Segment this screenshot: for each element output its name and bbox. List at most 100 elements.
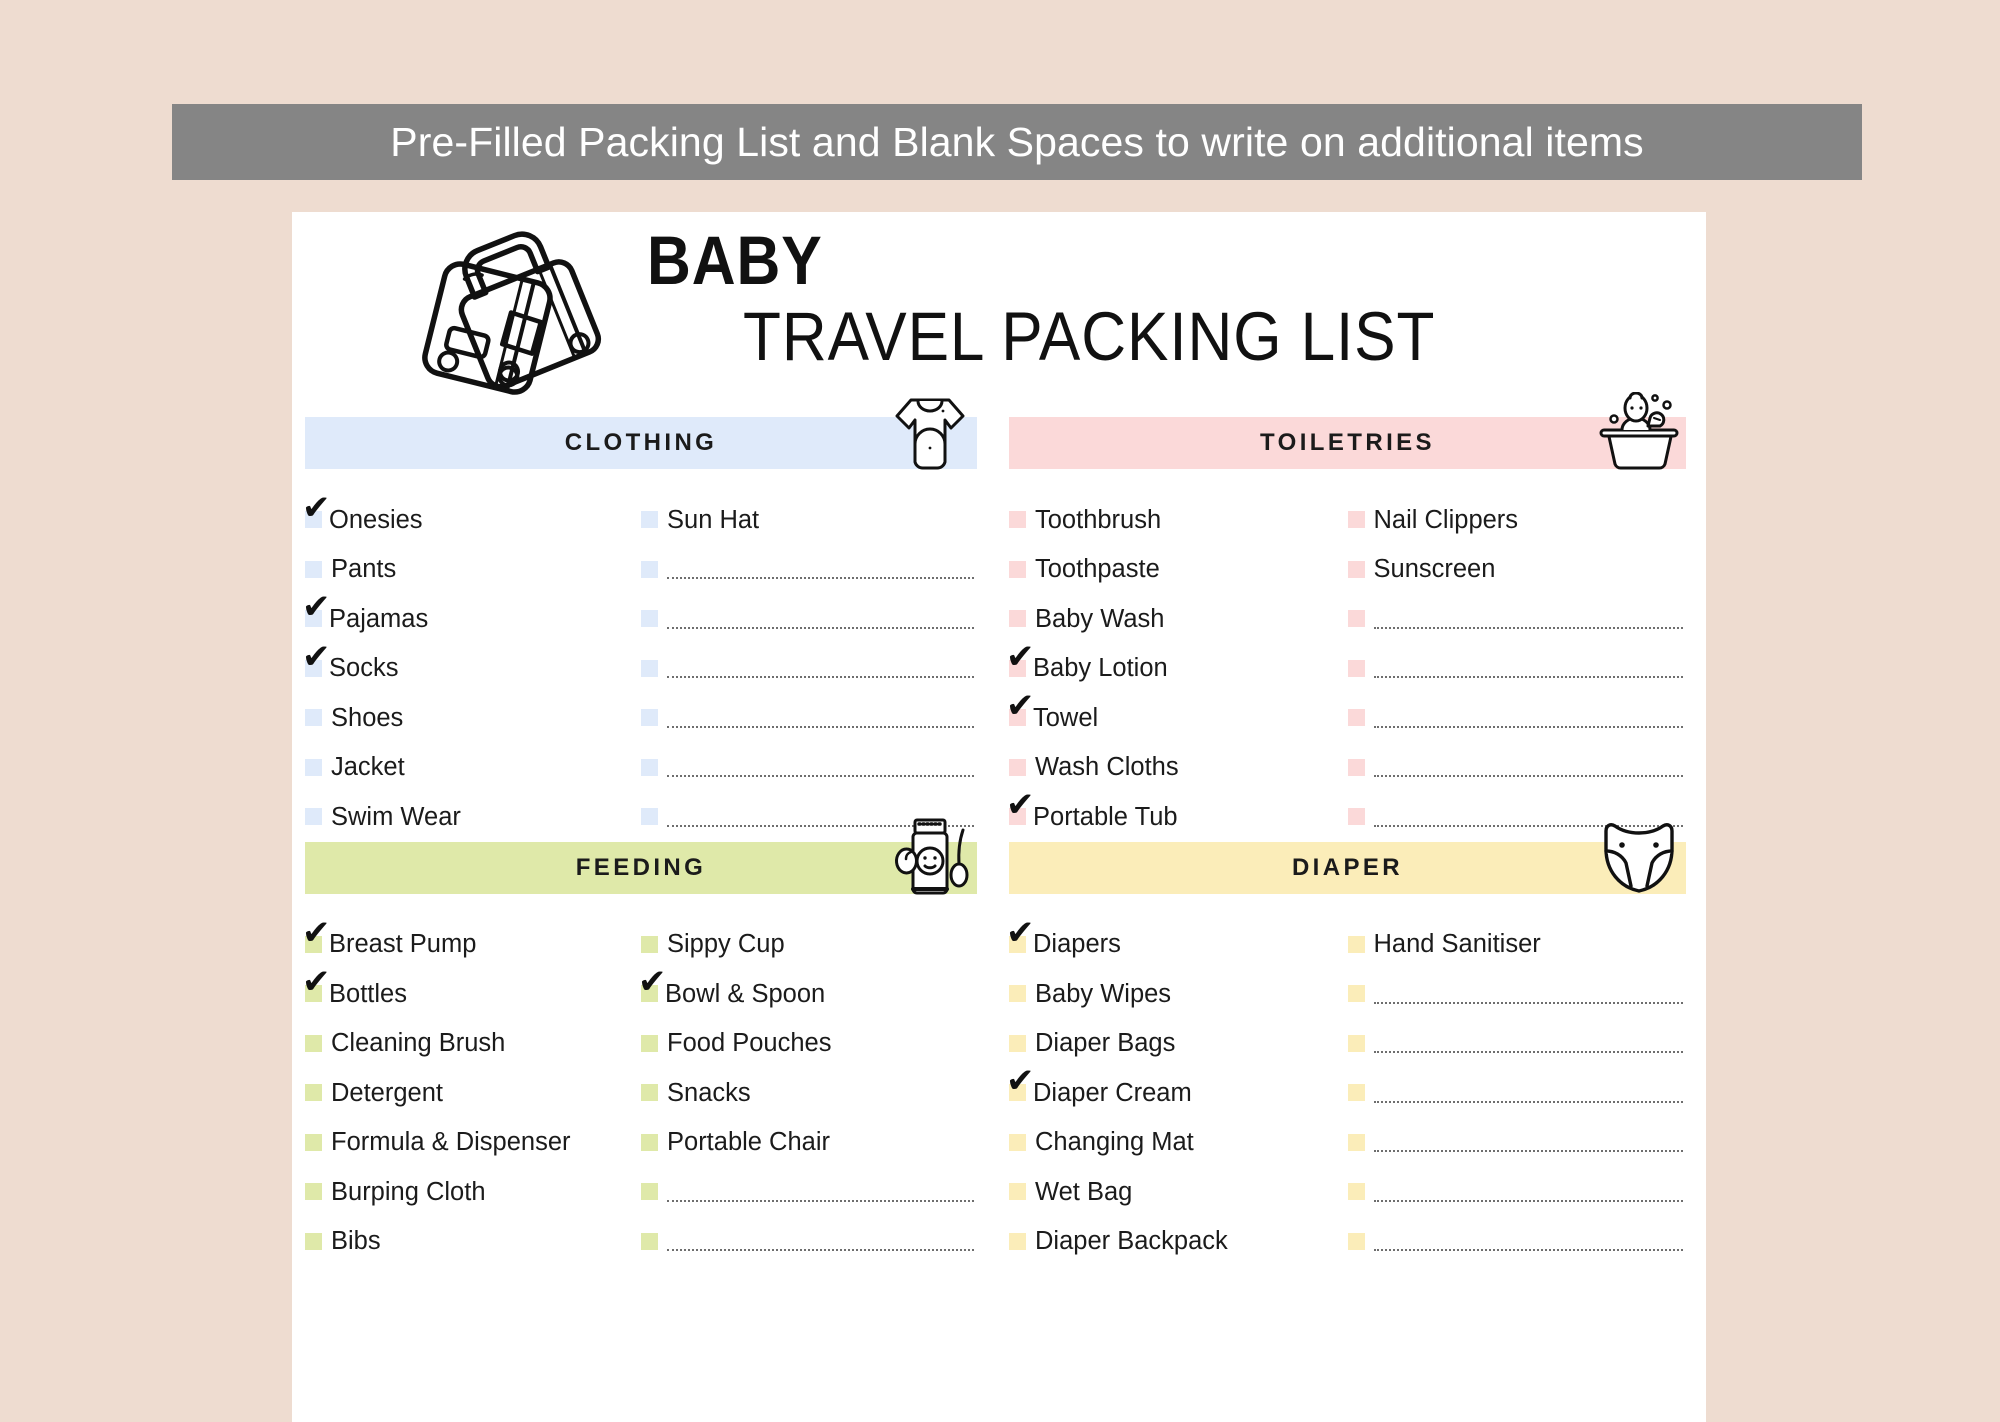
checkbox[interactable]	[1009, 610, 1026, 628]
checklist-blank-row[interactable]	[1347, 594, 1687, 644]
checkbox[interactable]	[641, 758, 658, 776]
checkbox[interactable]	[305, 1034, 322, 1052]
checkbox[interactable]	[1347, 1034, 1365, 1052]
checklist-item[interactable]: ✔ Diapers	[1006, 916, 1348, 970]
write-in-line[interactable]	[667, 757, 974, 778]
checklist-item[interactable]: Jacket	[305, 743, 641, 793]
checkbox[interactable]	[305, 560, 322, 578]
checkbox[interactable]	[1347, 1133, 1365, 1151]
checkbox[interactable]	[1347, 935, 1365, 953]
checklist-item[interactable]: ✔ Diaper Cream	[1006, 1064, 1348, 1118]
write-in-line[interactable]	[1373, 708, 1683, 728]
checklist-blank-row[interactable]	[1347, 644, 1687, 694]
checkbox[interactable]	[641, 1133, 658, 1151]
checkbox[interactable]: ✔	[302, 590, 331, 628]
checklist-item[interactable]: ✔ Towel	[1006, 689, 1348, 743]
checkbox[interactable]: ✔	[302, 491, 331, 529]
checklist-item[interactable]: Swim Wear	[305, 792, 641, 842]
checkbox[interactable]	[641, 808, 658, 826]
checkbox[interactable]	[1347, 808, 1365, 826]
checklist-item[interactable]: Sun Hat	[641, 495, 977, 545]
write-in-line[interactable]	[667, 708, 974, 728]
write-in-line[interactable]	[1373, 984, 1683, 1004]
checklist-blank-row[interactable]	[1347, 969, 1687, 1019]
checklist-item[interactable]: Detergent	[305, 1068, 641, 1118]
checklist-item[interactable]: Sippy Cup	[641, 920, 977, 970]
checklist-blank-row[interactable]	[1347, 1118, 1687, 1168]
checklist-item[interactable]: ✔ Baby Lotion	[1006, 640, 1348, 694]
checkbox[interactable]	[1009, 1232, 1026, 1250]
checklist-blank-row[interactable]	[641, 743, 977, 793]
checkbox[interactable]	[1347, 758, 1365, 776]
checkbox[interactable]	[1347, 610, 1365, 628]
checklist-item[interactable]: Baby Wipes	[1009, 969, 1348, 1019]
checklist-item[interactable]: Food Pouches	[641, 1019, 977, 1069]
checkbox[interactable]	[305, 1133, 322, 1151]
checklist-item[interactable]: Formula & Dispenser	[305, 1118, 641, 1168]
checklist-blank-row[interactable]	[1347, 1167, 1687, 1217]
checklist-blank-row[interactable]	[641, 693, 977, 743]
write-in-line[interactable]	[1373, 1033, 1683, 1054]
checklist-item[interactable]: ✔ Breast Pump	[302, 916, 641, 970]
checkbox[interactable]	[641, 1034, 658, 1052]
checkbox[interactable]	[641, 659, 658, 677]
checklist-item[interactable]: Snacks	[641, 1068, 977, 1118]
checkbox[interactable]	[1347, 1232, 1365, 1250]
checklist-item[interactable]: ✔ Onesies	[302, 491, 641, 545]
checklist-item[interactable]: Shoes	[305, 693, 641, 743]
write-in-line[interactable]	[1373, 658, 1683, 679]
checklist-item[interactable]: Burping Cloth	[305, 1167, 641, 1217]
checkbox[interactable]	[1347, 560, 1365, 578]
checklist-blank-row[interactable]	[641, 1167, 977, 1217]
checklist-item[interactable]: Cleaning Brush	[305, 1019, 641, 1069]
write-in-line[interactable]	[667, 559, 974, 580]
write-in-line[interactable]	[667, 658, 974, 679]
checkbox[interactable]	[641, 560, 658, 578]
checklist-item[interactable]: ✔ Pajamas	[302, 590, 641, 644]
checklist-blank-row[interactable]	[641, 594, 977, 644]
checkbox[interactable]: ✔	[302, 965, 331, 1003]
checkbox[interactable]	[305, 758, 322, 776]
write-in-line[interactable]	[1373, 1132, 1683, 1153]
checkbox[interactable]	[641, 1084, 658, 1102]
checkbox[interactable]	[1347, 1084, 1365, 1102]
checkbox[interactable]: ✔	[1006, 788, 1035, 826]
write-in-line[interactable]	[667, 609, 974, 629]
checklist-blank-row[interactable]	[1347, 1068, 1687, 1118]
checklist-item[interactable]: Sunscreen	[1347, 545, 1687, 595]
checkbox[interactable]: ✔	[302, 640, 331, 677]
checklist-item[interactable]: Diaper Bags	[1009, 1019, 1348, 1069]
checkbox[interactable]	[1009, 560, 1026, 578]
checklist-blank-row[interactable]	[1347, 1019, 1687, 1069]
checklist-item[interactable]: ✔ Socks	[302, 640, 641, 694]
checklist-item[interactable]: Baby Wash	[1009, 594, 1348, 644]
checklist-item[interactable]: Hand Sanitiser	[1347, 920, 1687, 970]
checkbox[interactable]	[305, 1084, 322, 1102]
write-in-line[interactable]	[667, 1231, 974, 1252]
checklist-item[interactable]: Nail Clippers	[1347, 495, 1687, 545]
checklist-item[interactable]: Wash Cloths	[1009, 743, 1348, 793]
checklist-item[interactable]: Pants	[305, 545, 641, 595]
checklist-item[interactable]: Toothbrush	[1009, 495, 1348, 545]
checkbox[interactable]: ✔	[638, 965, 667, 1003]
checklist-item[interactable]: ✔ Portable Tub	[1006, 788, 1348, 842]
checkbox[interactable]	[641, 511, 658, 529]
checklist-item[interactable]: Bibs	[305, 1217, 641, 1267]
write-in-line[interactable]	[1373, 609, 1683, 629]
checkbox[interactable]	[1009, 985, 1026, 1003]
checkbox[interactable]	[641, 610, 658, 628]
checkbox[interactable]: ✔	[302, 916, 331, 953]
checkbox[interactable]	[305, 1232, 322, 1250]
write-in-line[interactable]	[1373, 1231, 1683, 1252]
write-in-line[interactable]	[1373, 757, 1683, 778]
checkbox[interactable]: ✔	[1006, 640, 1035, 677]
checkbox[interactable]	[641, 1232, 658, 1250]
checkbox[interactable]	[641, 1183, 658, 1201]
write-in-line[interactable]	[667, 1182, 974, 1202]
checkbox[interactable]	[641, 709, 658, 727]
checkbox[interactable]: ✔	[1006, 689, 1035, 727]
checkbox[interactable]	[1009, 758, 1026, 776]
checkbox[interactable]	[305, 709, 322, 727]
checklist-blank-row[interactable]	[1347, 693, 1687, 743]
checkbox[interactable]	[641, 935, 658, 953]
